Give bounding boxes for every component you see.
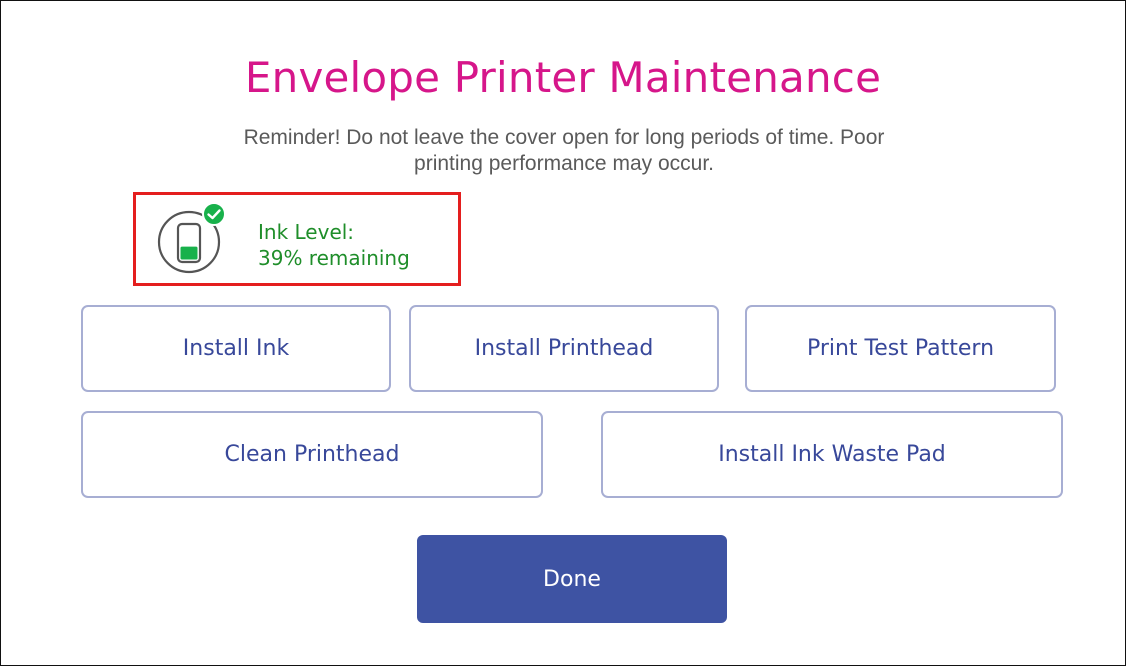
- done-button[interactable]: Done: [417, 535, 727, 623]
- install-ink-waste-pad-button[interactable]: Install Ink Waste Pad: [601, 411, 1063, 498]
- maintenance-screen: Envelope Printer Maintenance Reminder! D…: [0, 0, 1126, 666]
- print-test-pattern-button[interactable]: Print Test Pattern: [745, 305, 1056, 392]
- ink-level-status: Ink Level: 39% remaining: [258, 219, 410, 271]
- ink-cartridge-icon: [157, 202, 226, 274]
- reminder-text: Reminder! Do not leave the cover open fo…: [243, 126, 885, 175]
- ink-remaining-value: 39% remaining: [258, 246, 410, 270]
- install-ink-button[interactable]: Install Ink: [81, 305, 391, 392]
- ink-level-label: Ink Level:: [258, 220, 355, 244]
- page-title: Envelope Printer Maintenance: [244, 53, 882, 102]
- clean-printhead-button[interactable]: Clean Printhead: [81, 411, 543, 498]
- check-badge-icon: [202, 202, 226, 226]
- install-printhead-button[interactable]: Install Printhead: [409, 305, 719, 392]
